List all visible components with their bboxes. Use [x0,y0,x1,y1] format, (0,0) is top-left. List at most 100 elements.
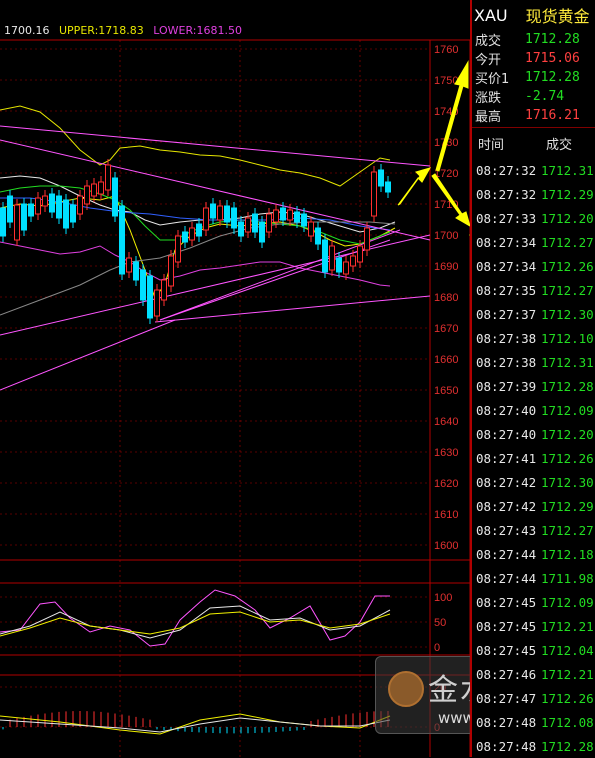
tick-row[interactable]: 08:27:32 1712.31 [472,158,595,182]
tick-row[interactable]: 08:27:35 1712.27 [472,278,595,302]
trendlines[interactable] [0,125,431,391]
boll-indicator-readout: 1700.16 UPPER:1718.83 LOWER:1681.50 [4,24,242,37]
candle-body [42,195,48,207]
tick-price: 1712.08 [541,714,594,730]
quote-label: 今开 [475,53,502,68]
tick-row[interactable]: 08:27:41 1712.26 [472,446,595,470]
quote-rows: 成交 1712.28 今开 1715.06 买价1 1712.28 涨跌 -2.74 最高 171… [472,30,595,125]
tick-row[interactable]: 08:27:37 1712.30 [472,302,595,326]
candle-body [7,195,13,223]
tick-row[interactable]: 08:27:40 1712.20 [472,422,595,446]
candle-body [77,195,83,215]
tick-row[interactable]: 08:27:38 1712.10 [472,326,595,350]
tick-price: 1712.31 [541,162,594,178]
quote-row: 买价1 1712.28 [472,68,595,87]
tick-price: 1712.26 [541,690,594,706]
tick-time: 08:27:35 [476,282,537,298]
tick-time: 08:27:45 [476,594,537,610]
price-axis-label: 1640 [434,416,458,428]
candle-body [147,275,153,319]
kdj-axis-label: 0 [434,642,440,654]
candle-body [35,197,41,215]
tick-price: 1712.18 [541,546,594,562]
boll-mid-value: 1700.16 [4,24,50,37]
tick-time: 08:27:37 [476,306,537,322]
candle-body [385,181,391,193]
tick-price: 1712.20 [541,210,594,226]
tick-row[interactable]: 08:27:45 1712.21 [472,614,595,638]
quote-label: 买价1 [475,72,510,87]
ticks-header: 时间 成交 [472,127,595,158]
tick-row[interactable]: 08:27:47 1712.26 [472,686,595,710]
tick-row[interactable]: 08:27:44 1712.18 [472,542,595,566]
tick-row[interactable]: 08:27:45 1712.04 [472,638,595,662]
symbol-name: 现货黄金 [525,7,590,26]
candle-body [301,213,307,227]
tick-time: 08:27:38 [476,330,537,346]
quote-row: 涨跌 -2.74 [472,87,595,106]
candle-body [315,227,321,245]
tick-price: 1712.29 [541,498,594,514]
candle-body [371,171,377,217]
tick-time: 08:27:39 [476,378,537,394]
tick-price: 1712.30 [541,474,594,490]
symbol-code: XAU [474,5,508,25]
tick-row[interactable]: 08:27:34 1712.26 [472,254,595,278]
quote-value: 1712.28 [525,32,580,47]
tick-time: 08:27:44 [476,570,537,586]
candle-body [336,257,342,273]
tick-list[interactable]: 08:27:32 1712.31 08:27:32 1712.29 08:27:33 17… [472,158,595,758]
tick-time: 08:27:42 [476,498,537,514]
tick-row[interactable]: 08:27:34 1712.27 [472,230,595,254]
tick-price: 1712.26 [541,258,594,274]
candlestick-chart[interactable]: 1760175017401730172017101700169016801670… [0,0,470,757]
tick-row[interactable]: 08:27:48 1712.08 [472,710,595,734]
candle-body [70,204,76,223]
ticks-header-time: 时间 [478,137,505,153]
boll-lower-value: LOWER:1681.50 [153,24,243,37]
tick-row[interactable]: 08:27:32 1712.29 [472,182,595,206]
tick-row[interactable]: 08:27:42 1712.29 [472,494,595,518]
tick-row[interactable]: 08:27:38 1712.31 [472,350,595,374]
tick-time: 08:27:38 [476,354,537,370]
price-axis-label: 1750 [434,75,458,87]
quote-panel: XAU 现货黄金 成交 1712.28 今开 1715.06 买价1 1712.28 涨跌 -… [470,0,595,757]
tick-row[interactable]: 08:27:48 1712.28 [472,734,595,758]
tick-row[interactable]: 08:27:42 1712.30 [472,470,595,494]
quote-row: 今开 1715.06 [472,49,595,68]
tick-price: 1712.28 [541,378,594,394]
tick-row[interactable]: 08:27:46 1712.21 [472,662,595,686]
candle-body [287,209,293,221]
tick-price: 1712.29 [541,186,594,202]
tick-time: 08:27:45 [476,618,537,634]
quote-label: 涨跌 [475,91,502,106]
tick-time: 08:27:45 [476,642,537,658]
kdj-axis-label: 50 [434,617,446,629]
tick-price: 1712.27 [541,234,594,250]
tick-row[interactable]: 08:27:40 1712.09 [472,398,595,422]
candle-body [329,245,335,271]
candle-body [308,221,314,237]
tick-price: 1712.27 [541,282,594,298]
candle-body [21,203,27,231]
candle-body [217,205,223,221]
candle-body [105,164,111,191]
tick-price: 1712.27 [541,522,594,538]
tick-row[interactable]: 08:27:43 1712.27 [472,518,595,542]
boll-upper-band [0,105,391,187]
price-axis-label: 1610 [434,509,458,521]
tick-row[interactable]: 08:27:39 1712.28 [472,374,595,398]
tick-row[interactable]: 08:27:44 1711.98 [472,566,595,590]
candle-body [84,185,90,205]
candle-body [133,261,139,281]
tick-row[interactable]: 08:27:45 1712.09 [472,590,595,614]
tick-row[interactable]: 08:27:33 1712.20 [472,206,595,230]
price-axis-label: 1700 [434,230,458,242]
tick-time: 08:27:41 [476,450,537,466]
tick-price: 1712.26 [541,450,594,466]
chart-area[interactable]: 1760175017401730172017101700169016801670… [0,0,567,757]
tick-price: 1712.21 [541,666,594,682]
quote-value: 1716.21 [525,108,580,123]
price-axis-label: 1670 [434,323,458,335]
candle-body [231,207,237,229]
